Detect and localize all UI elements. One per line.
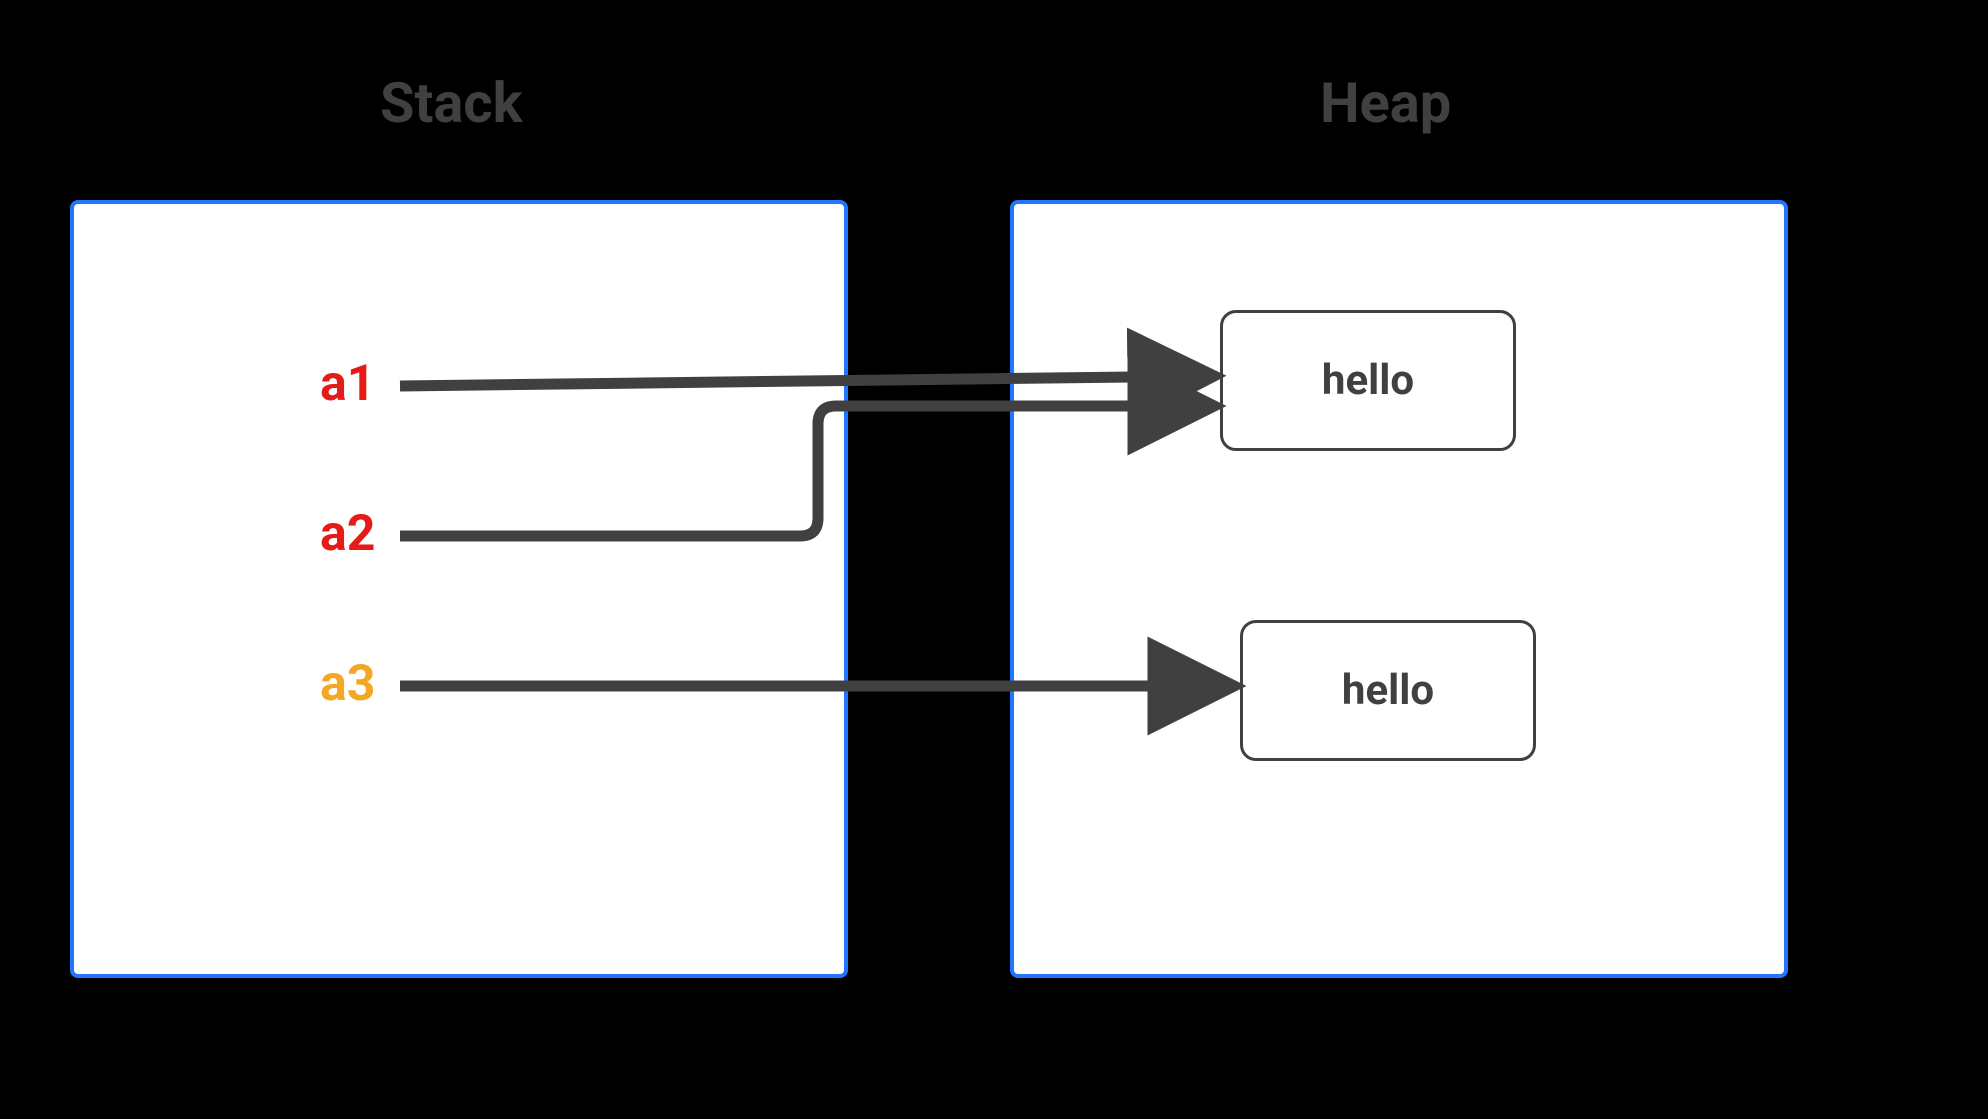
stack-box (70, 200, 848, 978)
stack-title: Stack (380, 70, 523, 136)
var-a2: a2 (320, 505, 375, 563)
heap-obj1: hello (1220, 310, 1516, 451)
heap-title: Heap (1320, 70, 1451, 136)
heap-obj2-text: hello (1342, 666, 1434, 715)
heap-obj2: hello (1240, 620, 1536, 761)
var-a3: a3 (320, 655, 375, 713)
var-a1: a1 (320, 355, 375, 413)
heap-obj1-text: hello (1322, 356, 1414, 405)
